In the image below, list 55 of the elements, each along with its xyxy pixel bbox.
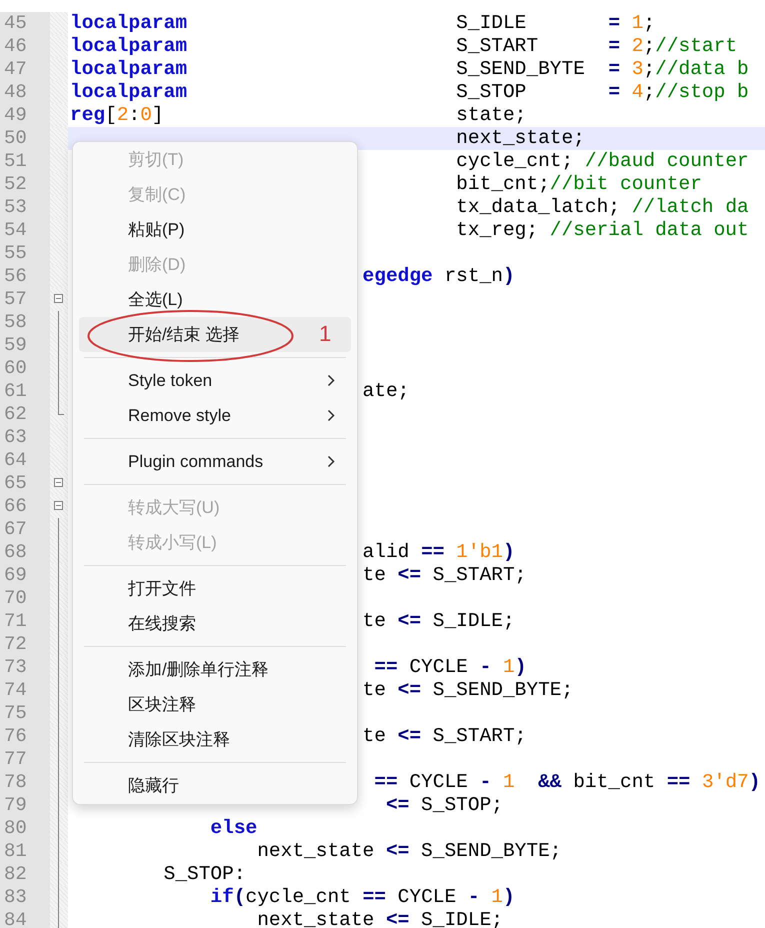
line-number: 65 bbox=[0, 472, 50, 495]
fold-margin bbox=[50, 104, 68, 127]
line-number: 73 bbox=[0, 656, 50, 679]
line-number: 52 bbox=[0, 173, 50, 196]
fold-margin bbox=[50, 58, 68, 81]
line-number: 60 bbox=[0, 357, 50, 380]
line-number: 47 bbox=[0, 58, 50, 81]
line-number: 84 bbox=[0, 909, 50, 928]
line-number: 63 bbox=[0, 426, 50, 449]
line-number: 54 bbox=[0, 219, 50, 242]
chevron-right-icon bbox=[327, 455, 335, 468]
line-number: 68 bbox=[0, 541, 50, 564]
line-number: 67 bbox=[0, 518, 50, 541]
fold-margin bbox=[50, 127, 68, 150]
line-number: 56 bbox=[0, 265, 50, 288]
menu-item[interactable]: Plugin commands bbox=[79, 444, 351, 479]
line-number: 76 bbox=[0, 725, 50, 748]
line-number: 46 bbox=[0, 35, 50, 58]
line-number: 72 bbox=[0, 633, 50, 656]
line-number: 78 bbox=[0, 771, 50, 794]
fold-toggle-icon[interactable] bbox=[54, 478, 63, 487]
line-number: 75 bbox=[0, 702, 50, 725]
fold-margin bbox=[50, 35, 68, 58]
line-number: 70 bbox=[0, 587, 50, 610]
line-number: 66 bbox=[0, 495, 50, 518]
line-number: 58 bbox=[0, 311, 50, 334]
fold-margin bbox=[50, 81, 68, 104]
line-number: 50 bbox=[0, 127, 50, 150]
line-number: 64 bbox=[0, 449, 50, 472]
line-number: 59 bbox=[0, 334, 50, 357]
line-number: 79 bbox=[0, 794, 50, 817]
fold-margin bbox=[50, 12, 68, 35]
line-number: 69 bbox=[0, 564, 50, 587]
chevron-right-icon bbox=[327, 374, 335, 387]
line-number: 81 bbox=[0, 840, 50, 863]
annotation-number: 1 bbox=[319, 322, 332, 346]
line-number: 62 bbox=[0, 403, 50, 426]
line-number: 45 bbox=[0, 12, 50, 35]
line-number: 48 bbox=[0, 81, 50, 104]
line-number: 53 bbox=[0, 196, 50, 219]
chevron-right-icon bbox=[327, 409, 335, 422]
line-number: 57 bbox=[0, 288, 50, 311]
line-number: 80 bbox=[0, 817, 50, 840]
line-number: 61 bbox=[0, 380, 50, 403]
fold-toggle-icon[interactable] bbox=[54, 501, 63, 510]
line-number: 82 bbox=[0, 863, 50, 886]
fold-toggle-icon[interactable] bbox=[54, 294, 63, 303]
line-number: 51 bbox=[0, 150, 50, 173]
line-number: 55 bbox=[0, 242, 50, 265]
line-number: 71 bbox=[0, 610, 50, 633]
line-number: 77 bbox=[0, 748, 50, 771]
line-number: 74 bbox=[0, 679, 50, 702]
line-number: 83 bbox=[0, 886, 50, 909]
line-number: 49 bbox=[0, 104, 50, 127]
fold-margin bbox=[50, 150, 68, 173]
